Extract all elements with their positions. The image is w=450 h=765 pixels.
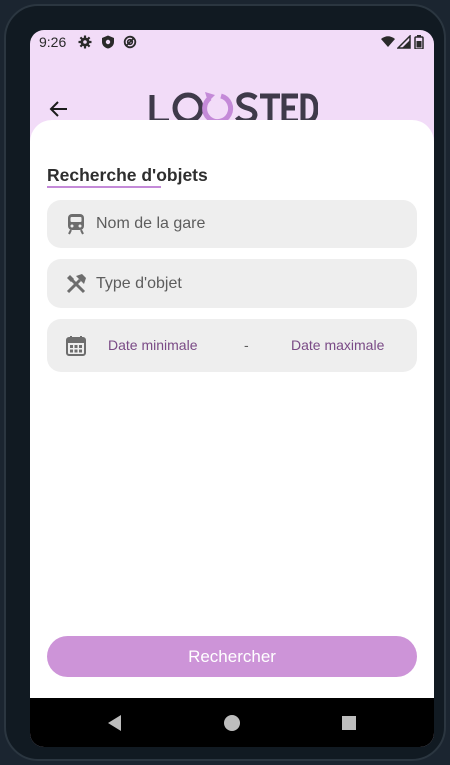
object-type-field[interactable]: Type d'objet: [47, 259, 417, 308]
station-field[interactable]: Nom de la gare: [47, 200, 417, 248]
system-nav-bar: [30, 698, 434, 747]
wifi-icon: [381, 36, 395, 47]
phone-screen: 9:26 Recherche d'objets Nom de la gare T…: [30, 30, 434, 747]
section-title: Recherche d'objets: [47, 165, 208, 185]
status-time: 9:26: [39, 34, 67, 50]
shield-icon: [102, 35, 114, 49]
status-bar: 9:26: [30, 30, 434, 54]
station-placeholder: Nom de la gare: [96, 215, 206, 232]
recents-square-icon[interactable]: [340, 714, 358, 732]
signal-icon: [397, 35, 411, 49]
phone-frame: 9:26 Recherche d'objets Nom de la gare T…: [4, 4, 446, 761]
back-triangle-icon[interactable]: [106, 714, 124, 732]
settings-icon: [78, 35, 92, 49]
date-range-field: Date minimale - Date maximale: [47, 319, 417, 372]
calendar-icon: [66, 336, 86, 356]
date-separator: -: [244, 337, 249, 353]
date-max-button[interactable]: Date maximale: [291, 337, 384, 353]
object-type-placeholder: Type d'objet: [96, 275, 182, 292]
home-circle-icon[interactable]: [223, 714, 241, 732]
sync-icon: [123, 35, 137, 49]
search-button[interactable]: Rechercher: [47, 636, 417, 677]
date-min-button[interactable]: Date minimale: [108, 337, 197, 353]
title-underline: [47, 186, 161, 188]
battery-icon: [414, 35, 424, 49]
search-card: Recherche d'objets Nom de la gare Type d…: [30, 120, 434, 698]
train-icon: [68, 214, 84, 235]
tools-icon: [66, 274, 86, 294]
